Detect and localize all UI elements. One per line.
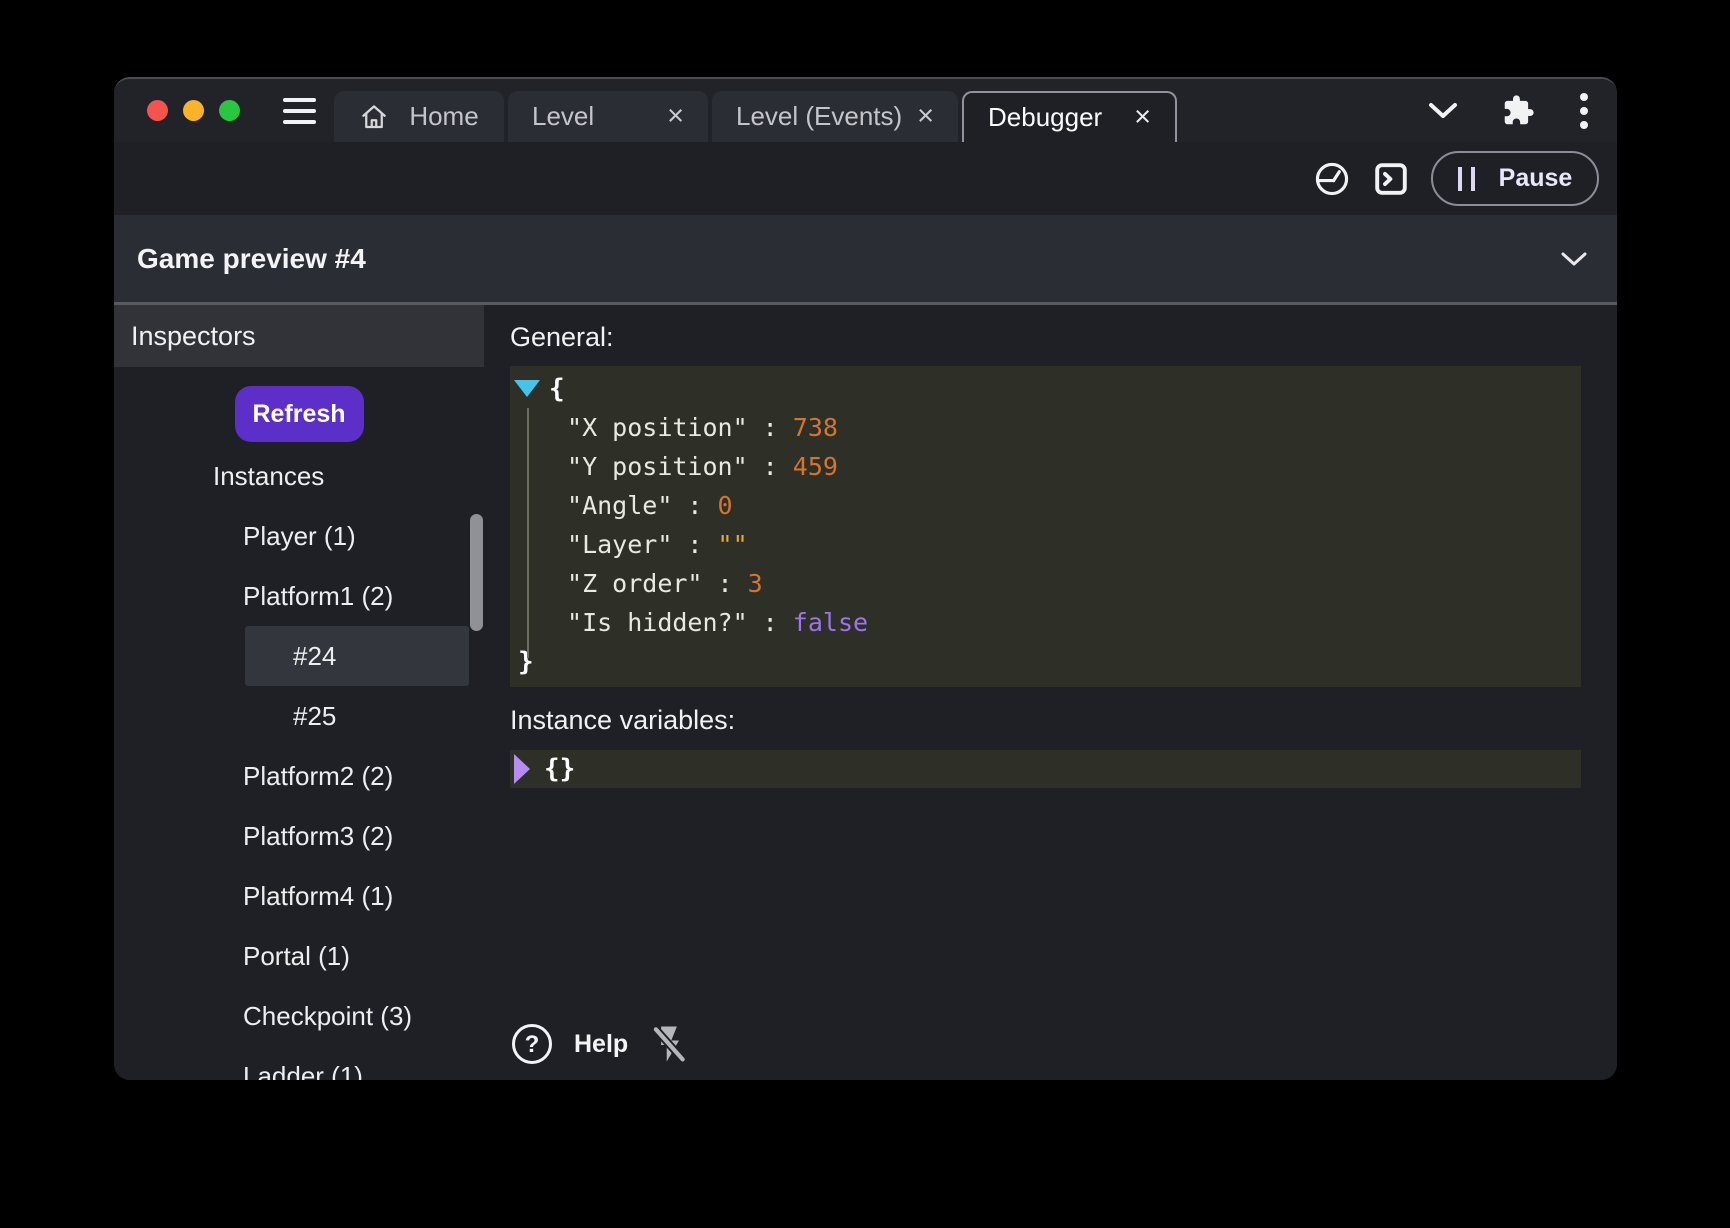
property-key: Y position: [567, 452, 793, 481]
tab-label: Home: [409, 101, 478, 132]
help-row: ? Help: [510, 1022, 690, 1066]
game-preview-header[interactable]: Game preview #4: [114, 215, 1617, 305]
svg-text:?: ?: [525, 1031, 540, 1058]
tab-debugger[interactable]: Debugger ×: [962, 91, 1177, 142]
home-icon: [359, 102, 389, 132]
debugger-content: Inspectors Refresh Instances Player (1) …: [114, 305, 1617, 1080]
inspector-detail-panel: General: { X position738 Y position459 A…: [484, 305, 1617, 1080]
property-key: Is hidden?: [567, 608, 793, 637]
extensions-puzzle-icon[interactable]: [1502, 94, 1535, 127]
property-key: Angle: [567, 491, 718, 520]
debugger-toolbar: Pause: [114, 142, 1617, 215]
property-row: Z order3: [510, 564, 1581, 603]
property-value: 0: [718, 491, 733, 520]
property-key: Layer: [567, 530, 718, 559]
tab-label: Level: [532, 101, 594, 132]
more-options-kebab-icon[interactable]: [1579, 92, 1589, 130]
titlebar: Home Level × Level (Events) × Debugger ×: [114, 79, 1617, 142]
tree-item[interactable]: Player (1): [114, 506, 484, 566]
console-icon[interactable]: [1373, 161, 1409, 197]
tree-item[interactable]: Platform3 (2): [114, 806, 484, 866]
tree-item[interactable]: Ladder (1): [114, 1046, 484, 1080]
close-brace: }: [518, 647, 534, 677]
desktop: { "icons": { "close": "×" }, "titlebar":…: [0, 0, 1730, 1228]
close-tab-icon[interactable]: ×: [667, 102, 684, 131]
tab-label: Debugger: [988, 102, 1102, 133]
variables-value: {}: [544, 754, 575, 784]
tab-label: Level (Events): [736, 101, 902, 132]
property-value: 459: [793, 452, 838, 481]
pause-button[interactable]: Pause: [1431, 151, 1599, 206]
property-row: Angle0: [510, 486, 1581, 525]
tab-level[interactable]: Level ×: [508, 91, 708, 142]
instance-variables-tree[interactable]: {}: [510, 750, 1581, 788]
pause-icon: [1458, 167, 1475, 191]
inspectors-header: Inspectors: [114, 305, 484, 367]
general-label: General:: [510, 321, 1617, 353]
json-root-line: {: [510, 369, 1581, 408]
maximize-window-button[interactable]: [219, 100, 240, 121]
tree-item-instances[interactable]: Instances: [114, 446, 484, 506]
property-key: X position: [567, 413, 793, 442]
tree-item[interactable]: Platform1 (2): [114, 566, 484, 626]
main-menu-icon[interactable]: [283, 98, 316, 124]
tree-item[interactable]: Portal (1): [114, 926, 484, 986]
tree-item[interactable]: #25: [114, 686, 484, 746]
flash-off-icon[interactable]: [648, 1023, 690, 1065]
inspectors-sidebar: Inspectors Refresh Instances Player (1) …: [114, 305, 484, 1080]
property-value: false: [793, 608, 868, 637]
pause-label: Pause: [1499, 164, 1573, 193]
property-value: 3: [748, 569, 763, 598]
property-row: X position738: [510, 408, 1581, 447]
tree-guide-line: [527, 408, 529, 658]
app-window: Home Level × Level (Events) × Debugger ×: [114, 77, 1617, 1080]
property-row: Y position459: [510, 447, 1581, 486]
general-json-tree: { X position738 Y position459 Angle0 Lay…: [510, 366, 1581, 687]
property-key: Z order: [567, 569, 748, 598]
property-value: "": [718, 530, 748, 559]
scrollbar-thumb[interactable]: [470, 514, 483, 631]
property-row: Layer"": [510, 525, 1581, 564]
game-preview-title: Game preview #4: [137, 243, 366, 275]
tree-item[interactable]: Checkpoint (3): [114, 986, 484, 1046]
traffic-lights: [147, 100, 240, 121]
expand-triangle-icon[interactable]: [514, 754, 530, 784]
tree-item-selected[interactable]: #24: [245, 626, 469, 686]
property-value: 738: [793, 413, 838, 442]
titlebar-actions: [1428, 92, 1589, 130]
collapse-triangle-icon[interactable]: [514, 380, 540, 397]
property-row: Is hidden?false: [510, 603, 1581, 642]
close-window-button[interactable]: [147, 100, 168, 121]
close-tab-icon[interactable]: ×: [917, 102, 934, 131]
tree-item[interactable]: Platform2 (2): [114, 746, 484, 806]
json-close-line: }: [510, 642, 1581, 681]
profiler-gauge-icon[interactable]: [1313, 160, 1351, 198]
open-brace: {: [549, 374, 565, 404]
close-tab-icon[interactable]: ×: [1134, 103, 1151, 132]
minimize-window-button[interactable]: [183, 100, 204, 121]
chevron-down-icon[interactable]: [1561, 251, 1587, 267]
refresh-button[interactable]: Refresh: [235, 386, 364, 442]
inspectors-title: Inspectors: [131, 321, 256, 352]
tab-bar: Home Level × Level (Events) × Debugger ×: [334, 91, 1177, 142]
chevron-down-icon[interactable]: [1428, 101, 1458, 120]
tree-item[interactable]: Platform4 (1): [114, 866, 484, 926]
tab-level-events[interactable]: Level (Events) ×: [712, 91, 958, 142]
instance-variables-label: Instance variables:: [510, 704, 1617, 736]
help-label[interactable]: Help: [574, 1030, 628, 1059]
tab-home[interactable]: Home: [334, 91, 504, 142]
help-icon[interactable]: ?: [510, 1022, 554, 1066]
